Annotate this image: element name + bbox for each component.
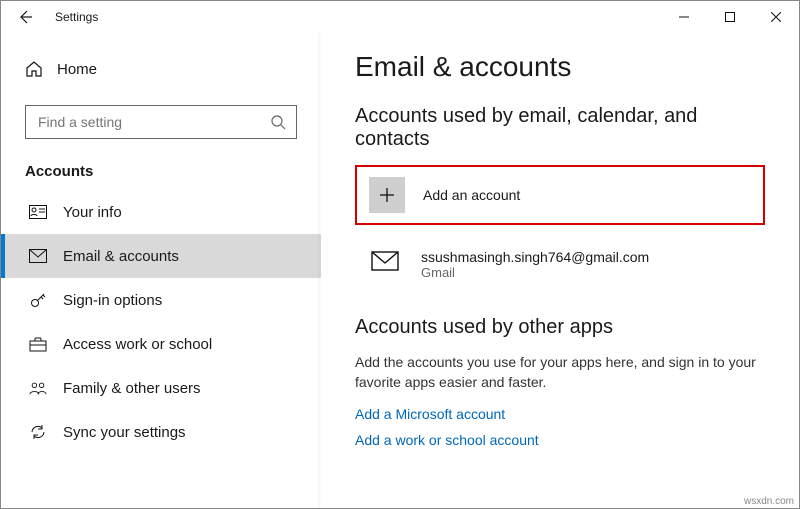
key-icon [29, 291, 47, 309]
sidebar-item-label: Access work or school [63, 336, 212, 353]
sidebar-item-sign-in-options[interactable]: Sign-in options [1, 278, 321, 322]
page-title: Email & accounts [355, 51, 765, 83]
mail-icon [29, 249, 47, 263]
home-nav[interactable]: Home [1, 51, 321, 87]
sidebar-item-label: Email & accounts [63, 248, 179, 265]
account-email: ssushmasingh.singh764@gmail.com [421, 249, 649, 265]
window-title: Settings [49, 10, 98, 24]
sidebar-section-label: Accounts [1, 153, 321, 190]
sidebar-item-sync[interactable]: Sync your settings [1, 410, 321, 454]
sidebar: Home Accounts Your info Email & acco [1, 33, 321, 508]
person-card-icon [29, 205, 47, 219]
maximize-button[interactable] [707, 1, 753, 33]
account-provider: Gmail [421, 265, 649, 280]
search-input[interactable] [36, 113, 270, 131]
account-details: ssushmasingh.singh764@gmail.com Gmail [421, 249, 649, 280]
minimize-button[interactable] [661, 1, 707, 33]
sidebar-item-label: Sign-in options [63, 292, 162, 309]
sidebar-item-label: Sync your settings [63, 424, 186, 441]
add-account-label: Add an account [423, 187, 520, 203]
sidebar-item-email-accounts[interactable]: Email & accounts [1, 234, 321, 278]
search-box[interactable] [25, 105, 297, 139]
titlebar: Settings [1, 1, 799, 33]
home-icon [25, 60, 43, 78]
sidebar-item-your-info[interactable]: Your info [1, 190, 321, 234]
sidebar-item-label: Family & other users [63, 380, 201, 397]
people-icon [29, 380, 47, 396]
body: Home Accounts Your info Email & acco [1, 33, 799, 508]
search-icon [270, 114, 286, 130]
sidebar-item-family[interactable]: Family & other users [1, 366, 321, 410]
window-controls [661, 1, 799, 33]
sync-icon [29, 423, 47, 441]
sidebar-item-label: Your info [63, 204, 122, 221]
account-entry[interactable]: ssushmasingh.singh764@gmail.com Gmail [355, 245, 765, 298]
section-description: Add the accounts you use for your apps h… [355, 353, 765, 392]
plus-icon [369, 177, 405, 213]
sidebar-item-work-school[interactable]: Access work or school [1, 322, 321, 366]
watermark: wsxdn.com [744, 496, 794, 507]
close-button[interactable] [753, 1, 799, 33]
envelope-icon [367, 249, 403, 271]
settings-window: Settings Home [0, 0, 800, 509]
add-account-button[interactable]: Add an account [355, 165, 765, 225]
content-pane: Email & accounts Accounts used by email,… [321, 33, 799, 508]
briefcase-icon [29, 336, 47, 352]
link-add-work-school-account[interactable]: Add a work or school account [355, 432, 765, 448]
section-heading-other-apps: Accounts used by other apps [355, 316, 765, 339]
section-heading-accounts-email: Accounts used by email, calendar, and co… [355, 105, 765, 151]
home-label: Home [57, 61, 97, 78]
link-add-microsoft-account[interactable]: Add a Microsoft account [355, 406, 765, 422]
back-button[interactable] [1, 1, 49, 33]
